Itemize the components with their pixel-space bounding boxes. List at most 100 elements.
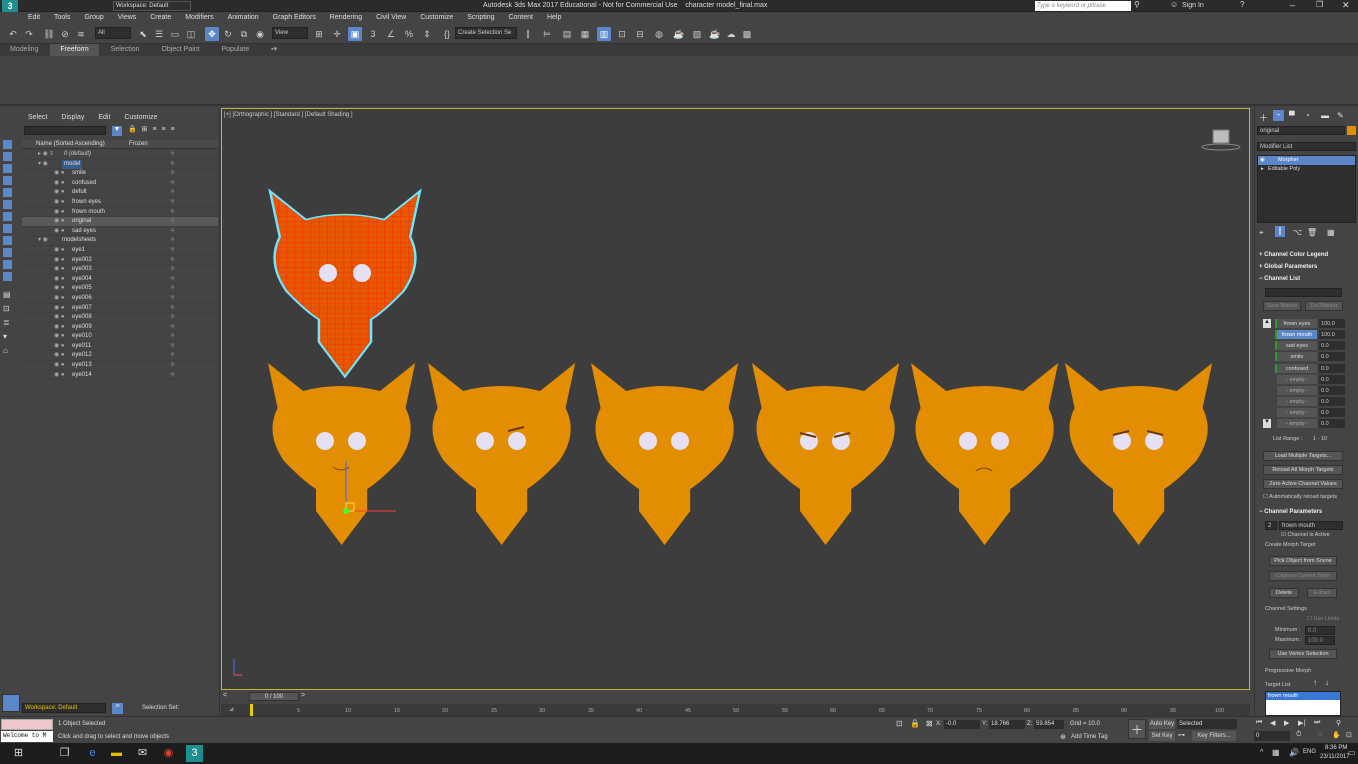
display-bones-icon[interactable] xyxy=(3,248,12,257)
display-spacewarps-icon[interactable] xyxy=(3,212,12,221)
play-icon[interactable]: ▶ xyxy=(1284,719,1289,727)
select-children-icon[interactable]: ≣ xyxy=(3,318,10,327)
menu-create[interactable]: Create xyxy=(144,12,177,24)
move-down-icon[interactable]: ↓ xyxy=(1325,678,1329,687)
select-scale-icon[interactable]: ⧉ xyxy=(237,27,251,41)
time-config-icon[interactable]: ⏱ xyxy=(1296,731,1301,739)
window-crossing-icon[interactable]: ◫ xyxy=(184,27,198,41)
tray-chevron-icon[interactable]: ^ xyxy=(1260,749,1263,756)
scene-search-input[interactable] xyxy=(24,126,106,135)
set-key-button[interactable]: Set Key xyxy=(1149,731,1175,741)
stack-item-morpher[interactable]: ◉ Morpher xyxy=(1258,156,1355,165)
capture-current-state-button[interactable]: Capture Current State xyxy=(1269,571,1337,581)
explorer-tab-icon[interactable] xyxy=(2,694,20,712)
maximum-field[interactable]: 100.0 xyxy=(1305,636,1335,645)
menu-help[interactable]: Help xyxy=(541,12,567,24)
undo-icon[interactable]: ↶ xyxy=(6,27,20,41)
make-unique-icon[interactable]: ⌥ xyxy=(1293,228,1302,237)
toggle-scene-explorer-icon[interactable]: ▤ xyxy=(560,27,574,41)
target-list-item[interactable]: frown mouth xyxy=(1266,692,1340,700)
clock-date[interactable]: 23/11/2017 xyxy=(1320,754,1350,760)
menu-edit[interactable]: Edit xyxy=(22,12,46,24)
timeline-next-icon[interactable]: > xyxy=(301,692,305,699)
display-containers-icon[interactable] xyxy=(3,260,12,269)
pick-object-from-scene-button[interactable]: Pick Object from Scene xyxy=(1269,556,1337,566)
create-tab-icon[interactable]: ＋ xyxy=(1259,111,1268,124)
modify-tab-icon[interactable]: ⌁ xyxy=(1273,110,1284,121)
use-limits-checkbox[interactable]: ☐ Use Limits xyxy=(1307,616,1339,622)
mini-listener-pink[interactable] xyxy=(1,719,53,730)
list-item[interactable]: ◉ ● eye012 ⋕ xyxy=(22,351,218,362)
channel-row[interactable]: - empty -0.0 xyxy=(1275,375,1355,385)
render-setup-icon[interactable]: ☕ xyxy=(672,27,686,41)
edit-named-selection-icon[interactable]: {} xyxy=(440,27,454,41)
curve-editor-icon[interactable]: ⊡ xyxy=(615,27,629,41)
select-manipulate-icon[interactable]: ✛ xyxy=(330,27,344,41)
se-menu-select[interactable]: Select xyxy=(22,112,53,124)
app-logo-icon[interactable]: 3 xyxy=(2,0,18,12)
extract-button[interactable]: Extract xyxy=(1307,588,1337,598)
show-end-result-icon[interactable]: ❙ xyxy=(1275,226,1285,237)
workspace-dropdown[interactable]: Workspace: Default xyxy=(113,1,191,11)
menu-animation[interactable]: Animation xyxy=(222,12,265,24)
pin-stack-icon[interactable]: ⌖ xyxy=(1259,228,1264,238)
workspace-selector[interactable]: Workspace: Default xyxy=(22,703,106,713)
channel-number-field[interactable]: 2 xyxy=(1265,521,1277,530)
delete-button[interactable]: Delete xyxy=(1269,588,1299,598)
display-cameras-icon[interactable] xyxy=(3,188,12,197)
list-item[interactable]: ◉ ● eye007 ⋕ xyxy=(22,304,218,314)
sync-selection-icon[interactable]: ⌂ xyxy=(3,346,8,355)
rendered-frame-window-icon[interactable]: ▧ xyxy=(690,27,704,41)
channel-row[interactable]: sad eyes 0.0 xyxy=(1275,341,1355,351)
list-item[interactable]: ◉ ● eye008 ⋕ xyxy=(22,313,218,323)
motion-tab-icon[interactable]: ◔ xyxy=(1305,111,1310,120)
display-xrefs-icon[interactable] xyxy=(3,236,12,245)
rollout-channel-color-legend[interactable]: + Channel Color Legend xyxy=(1259,252,1328,258)
column-name-header[interactable]: Name (Sorted Ascending) xyxy=(36,140,105,149)
time-tag-icon[interactable]: ⊕ xyxy=(1060,733,1066,741)
tab-selection[interactable]: Selection xyxy=(101,44,150,56)
list-item[interactable]: ◉ ● frown eyes ⋕ xyxy=(22,198,218,208)
menu-rendering[interactable]: Rendering xyxy=(324,12,368,24)
channel-row[interactable]: smile 0.0 xyxy=(1275,352,1355,362)
display-helpers-icon[interactable] xyxy=(3,200,12,209)
display-none-icon[interactable] xyxy=(3,140,12,149)
display-shapes-icon[interactable] xyxy=(3,164,12,173)
maximize-button[interactable]: ❐ xyxy=(1316,0,1323,9)
display-children-icon[interactable]: ▤ xyxy=(3,290,11,299)
select-dependents-icon[interactable]: ▾ xyxy=(3,332,7,341)
layer-icon[interactable]: ≡ xyxy=(152,126,156,133)
language-indicator[interactable]: ENG xyxy=(1303,749,1316,755)
tab-freeform[interactable]: Freeform xyxy=(50,44,99,56)
bind-space-warp-icon[interactable]: ≋ xyxy=(74,27,88,41)
x-coordinate-field[interactable]: -0.0 xyxy=(944,720,980,729)
object-color-swatch[interactable] xyxy=(1347,126,1356,135)
target-list[interactable]: frown mouth xyxy=(1265,691,1341,716)
sign-in-link[interactable]: Sign In xyxy=(1182,0,1204,12)
chrome-icon[interactable]: ◉ xyxy=(160,745,177,762)
schematic-view-icon[interactable]: ⊟ xyxy=(633,27,647,41)
align-icon[interactable]: ⊨ xyxy=(540,27,554,41)
list-item[interactable]: ◉ ● confused ⋕ xyxy=(22,179,218,189)
go-to-end-icon[interactable]: ⏭ xyxy=(1314,719,1320,727)
toggle-layer-explorer-icon[interactable]: ▦ xyxy=(578,27,592,41)
display-frozen-icon[interactable] xyxy=(3,272,12,281)
tab-modeling[interactable]: Modeling xyxy=(0,44,48,56)
select-object-icon[interactable]: ⬉ xyxy=(136,27,150,41)
marker-dropdown[interactable] xyxy=(1265,288,1342,297)
channel-row[interactable]: confused 0.0 xyxy=(1275,364,1355,374)
spinner-snap-icon[interactable]: ⇕ xyxy=(420,27,434,41)
time-slider[interactable]: 0 / 100 xyxy=(249,692,299,701)
list-item[interactable]: ◉ ● eye014 ⋕ xyxy=(22,371,218,381)
set-key-big-button[interactable]: ＋ xyxy=(1128,719,1146,739)
network-icon[interactable]: ▦ xyxy=(1272,748,1280,757)
pan-icon[interactable]: ✋ xyxy=(1332,731,1341,739)
del-marker-button[interactable]: Del Marker xyxy=(1305,301,1343,311)
y-coordinate-field[interactable]: 18.766 xyxy=(989,720,1025,729)
list-item[interactable]: ◉ ● eye1 ⋕ xyxy=(22,246,218,256)
clock-time[interactable]: 8:36 PM xyxy=(1325,745,1347,751)
select-move-icon[interactable]: ✥ xyxy=(205,27,219,41)
auto-reload-checkbox[interactable]: ☐ Automatically reload targets xyxy=(1263,494,1337,500)
add-to-layer-icon[interactable]: ≡ xyxy=(171,126,175,133)
help-icon[interactable]: ? xyxy=(1240,0,1244,9)
